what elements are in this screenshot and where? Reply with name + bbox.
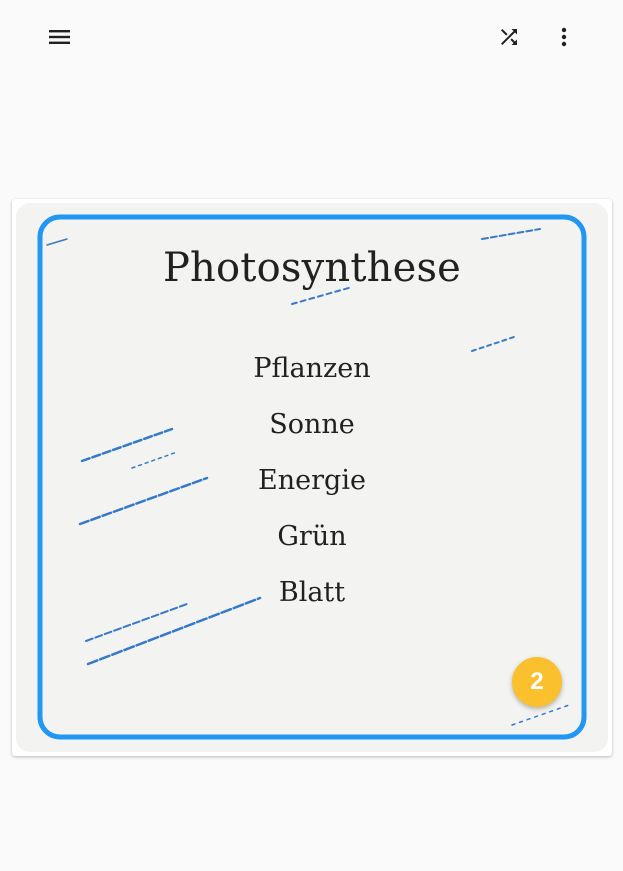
shuffle-button[interactable] <box>487 15 531 59</box>
app-bar <box>0 0 623 74</box>
list-item: Pflanzen <box>253 353 371 384</box>
list-item: Energie <box>258 465 366 496</box>
menu-button[interactable] <box>37 15 81 59</box>
list-item: Sonne <box>269 409 355 440</box>
menu-icon <box>49 30 70 44</box>
more-options-button[interactable] <box>542 15 586 59</box>
more-vert-icon <box>561 27 567 47</box>
word-card[interactable]: Photosynthese Pflanzen Sonne Energie Grü… <box>12 199 612 756</box>
card-title: Photosynthese <box>162 245 462 291</box>
word-list: Pflanzen Sonne Energie Grün Blatt <box>12 341 612 621</box>
shuffle-icon <box>501 29 517 45</box>
list-item: Grün <box>277 521 347 552</box>
points-badge[interactable]: 2 <box>512 657 562 707</box>
list-item: Blatt <box>278 577 346 608</box>
